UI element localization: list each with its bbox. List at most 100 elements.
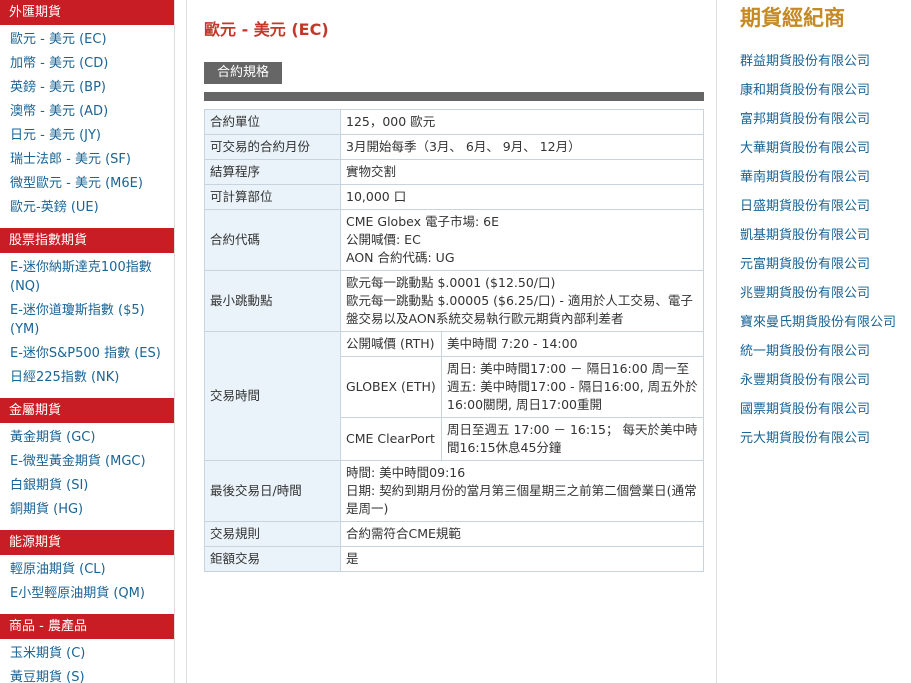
row-value: 125，000 歐元 — [340, 109, 704, 135]
hours-row: 公開喊價 (RTH) 美中時間 7:20 - 14:00 — [341, 332, 703, 357]
table-row: 最小跳動點 歐元每一跳動點 $.0001 ($12.50/口) 歐元每一跳動點 … — [204, 270, 704, 332]
broker-link[interactable]: 大華期貨股份有限公司 — [740, 139, 896, 168]
sidebar-item-qm[interactable]: E小型輕原油期貨 (QM) — [0, 584, 174, 603]
category-metal: 金屬期貨 黃金期貨 (GC) E-微型黃金期貨 (MGC) 白銀期貨 (SI) … — [0, 398, 174, 530]
tab-bar: 合約規格 — [204, 62, 704, 101]
sidebar-item-m6e[interactable]: 微型歐元 - 美元 (M6E) — [0, 174, 174, 193]
table-row: 最後交易日/時間 時間: 美中時間09:16 日期: 契約到期月份的當月第三個星… — [204, 460, 704, 522]
sidebar-item-cl[interactable]: 輕原油期貨 (CL) — [0, 560, 174, 579]
table-row: 可計算部位 10,000 口 — [204, 184, 704, 210]
row-value: 3月開始每季（3月、 6月、 9月、 12月） — [340, 134, 704, 160]
table-row: 交易規則 合約需符合CME規範 — [204, 521, 704, 547]
row-value: 實物交割 — [340, 159, 704, 185]
sidebar-item-hg[interactable]: 銅期貨 (HG) — [0, 500, 174, 519]
sidebar-item-ue[interactable]: 歐元-英鎊 (UE) — [0, 198, 174, 217]
sidebar-item-bp[interactable]: 英鎊 - 美元 (BP) — [0, 78, 174, 97]
sidebar-item-ym[interactable]: E-迷你道瓊斯指數 ($5) (YM) — [0, 301, 174, 339]
category-header: 股票指數期貨 — [0, 228, 174, 253]
row-label: 最小跳動點 — [204, 270, 341, 332]
row-value: 歐元每一跳動點 $.0001 ($12.50/口) 歐元每一跳動點 $.0000… — [340, 270, 704, 332]
table-row: 合約代碼 CME Globex 電子市場: 6E 公開喊價: EC AON 合約… — [204, 209, 704, 271]
session-name: 公開喊價 (RTH) — [341, 332, 442, 357]
row-label: 可交易的合約月份 — [204, 134, 341, 160]
broker-link[interactable]: 統一期貨股份有限公司 — [740, 342, 896, 371]
product-sidebar: 外匯期貨 歐元 - 美元 (EC) 加幣 - 美元 (CD) 英鎊 - 美元 (… — [0, 0, 175, 683]
row-label: 結算程序 — [204, 159, 341, 185]
session-time: 周日: 美中時間17:00 － 隔日16:00 周一至週五: 美中時間17:00… — [441, 356, 703, 418]
sidebar-item-si[interactable]: 白銀期貨 (SI) — [0, 476, 174, 495]
category-header: 商品 - 農產品 — [0, 614, 174, 639]
broker-link[interactable]: 兆豐期貨股份有限公司 — [740, 284, 896, 313]
sidebar-item-jy[interactable]: 日元 - 美元 (JY) — [0, 126, 174, 145]
broker-link[interactable]: 康和期貨股份有限公司 — [740, 81, 896, 110]
row-label: 鉅額交易 — [204, 546, 341, 572]
spec-table: 合約單位 125，000 歐元 可交易的合約月份 3月開始每季（3月、 6月、 … — [204, 109, 704, 572]
row-value: CME Globex 電子市場: 6E 公開喊價: EC AON 合約代碼: U… — [340, 209, 704, 271]
row-label: 交易時間 — [204, 331, 341, 461]
session-time: 周日至週五 17:00 － 16:15； 每天於美中時間16:15休息45分鐘 — [441, 417, 703, 460]
sidebar-item-sf[interactable]: 瑞士法郎 - 美元 (SF) — [0, 150, 174, 169]
code-line: AON 合約代碼: UG — [346, 250, 455, 265]
row-value: 10,000 口 — [340, 184, 704, 210]
table-row: 結算程序 實物交割 — [204, 159, 704, 185]
row-value: 合約需符合CME規範 — [340, 521, 704, 547]
code-line: CME Globex 電子市場: 6E — [346, 214, 500, 229]
code-line: 公開喊價: EC — [346, 232, 421, 247]
category-fx: 外匯期貨 歐元 - 美元 (EC) 加幣 - 美元 (CD) 英鎊 - 美元 (… — [0, 0, 174, 228]
page-title: 歐元 - 美元 (EC) — [204, 20, 329, 39]
sidebar-item-es[interactable]: E-迷你S&P500 指數 (ES) — [0, 344, 174, 363]
hours-row: GLOBEX (ETH) 周日: 美中時間17:00 － 隔日16:00 周一至… — [341, 356, 703, 418]
last-line: 日期: 契約到期月份的當月第三個星期三之前第二個營業日(通常是周一) — [346, 483, 697, 516]
session-name: CME ClearPort — [341, 417, 442, 460]
tick-line: 歐元每一跳動點 $.00005 ($6.25/口) - 適用於人工交易、電子盤交… — [346, 293, 693, 326]
row-value: 公開喊價 (RTH) 美中時間 7:20 - 14:00 GLOBEX (ETH… — [340, 331, 704, 461]
category-agri: 商品 - 農產品 玉米期貨 (C) 黃豆期貨 (S) — [0, 614, 174, 683]
table-row: 合約單位 125，000 歐元 — [204, 109, 704, 135]
broker-panel: 期貨經紀商 群益期貨股份有限公司 康和期貨股份有限公司 富邦期貨股份有限公司 大… — [738, 0, 911, 683]
broker-link[interactable]: 凱基期貨股份有限公司 — [740, 226, 896, 255]
table-row: 可交易的合約月份 3月開始每季（3月、 6月、 9月、 12月） — [204, 134, 704, 160]
sidebar-item-c[interactable]: 玉米期貨 (C) — [0, 644, 174, 663]
category-header: 金屬期貨 — [0, 398, 174, 423]
broker-link[interactable]: 國票期貨股份有限公司 — [740, 400, 896, 429]
category-energy: 能源期貨 輕原油期貨 (CL) E小型輕原油期貨 (QM) — [0, 530, 174, 614]
row-label: 可計算部位 — [204, 184, 341, 210]
broker-title: 期貨經紀商 — [740, 6, 845, 30]
main-content: 歐元 - 美元 (EC) 合約規格 合約單位 125，000 歐元 可交易的合約… — [186, 0, 717, 683]
hours-row: CME ClearPort 周日至週五 17:00 － 16:15； 每天於美中… — [341, 417, 703, 460]
row-label: 合約代碼 — [204, 209, 341, 271]
broker-link[interactable]: 日盛期貨股份有限公司 — [740, 197, 896, 226]
row-label: 最後交易日/時間 — [204, 460, 341, 522]
row-label: 合約單位 — [204, 109, 341, 135]
broker-link[interactable]: 華南期貨股份有限公司 — [740, 168, 896, 197]
sidebar-item-ad[interactable]: 澳幣 - 美元 (AD) — [0, 102, 174, 121]
broker-link[interactable]: 元大期貨股份有限公司 — [740, 429, 896, 458]
broker-link[interactable]: 元富期貨股份有限公司 — [740, 255, 896, 284]
sidebar-item-ec[interactable]: 歐元 - 美元 (EC) — [0, 30, 174, 49]
row-value: 是 — [340, 546, 704, 572]
row-label: 交易規則 — [204, 521, 341, 547]
broker-link[interactable]: 群益期貨股份有限公司 — [740, 52, 896, 81]
sidebar-item-nk[interactable]: 日經225指數 (NK) — [0, 368, 174, 387]
table-row: 交易時間 公開喊價 (RTH) 美中時間 7:20 - 14:00 GLOBEX… — [204, 331, 704, 461]
category-header: 能源期貨 — [0, 530, 174, 555]
broker-link[interactable]: 富邦期貨股份有限公司 — [740, 110, 896, 139]
tick-line: 歐元每一跳動點 $.0001 ($12.50/口) — [346, 275, 556, 290]
category-index: 股票指數期貨 E-迷你納斯達克100指數 (NQ) E-迷你道瓊斯指數 ($5)… — [0, 228, 174, 398]
broker-list: 群益期貨股份有限公司 康和期貨股份有限公司 富邦期貨股份有限公司 大華期貨股份有… — [740, 52, 896, 458]
row-value: 時間: 美中時間09:16 日期: 契約到期月份的當月第三個星期三之前第二個營業… — [340, 460, 704, 522]
tab-contract-spec[interactable]: 合約規格 — [204, 62, 283, 84]
broker-link[interactable]: 永豐期貨股份有限公司 — [740, 371, 896, 400]
hours-table: 公開喊價 (RTH) 美中時間 7:20 - 14:00 GLOBEX (ETH… — [341, 332, 703, 460]
sidebar-item-cd[interactable]: 加幣 - 美元 (CD) — [0, 54, 174, 73]
sidebar-item-nq[interactable]: E-迷你納斯達克100指數 (NQ) — [0, 258, 174, 296]
sidebar-item-mgc[interactable]: E-微型黃金期貨 (MGC) — [0, 452, 174, 471]
category-header: 外匯期貨 — [0, 0, 174, 25]
broker-link[interactable]: 寶來曼氏期貨股份有限公司 — [740, 313, 896, 342]
table-row: 鉅額交易 是 — [204, 546, 704, 572]
session-name: GLOBEX (ETH) — [341, 356, 442, 418]
session-time: 美中時間 7:20 - 14:00 — [441, 332, 703, 357]
sidebar-item-s[interactable]: 黃豆期貨 (S) — [0, 668, 174, 683]
last-line: 時間: 美中時間09:16 — [346, 465, 466, 480]
sidebar-item-gc[interactable]: 黃金期貨 (GC) — [0, 428, 174, 447]
